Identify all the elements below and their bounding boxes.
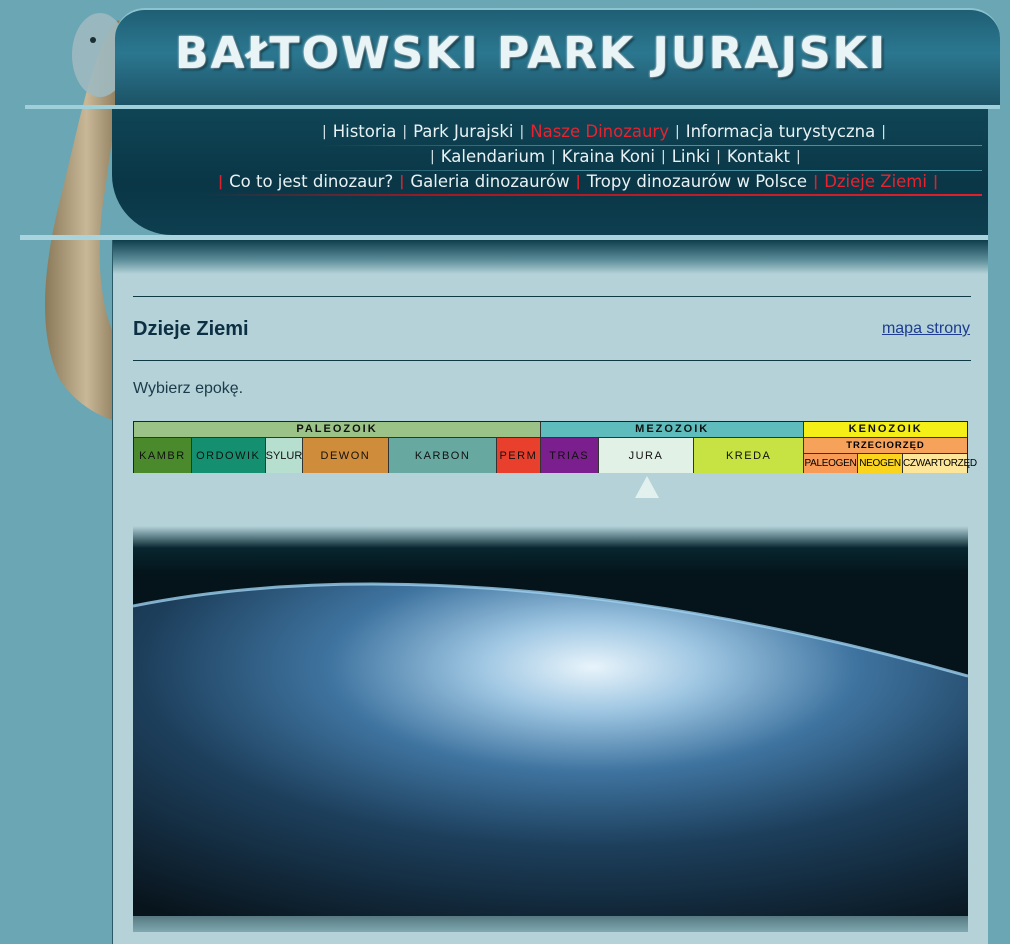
nav-link-nasze-dinozaury[interactable]: Nasze Dinozaury	[530, 122, 669, 141]
nav-row-2: | Kalendarium | Kraina Koni | Linki | Ko…	[430, 147, 801, 166]
cenozoic-subperiods: TRZECIORZĘD PALEOGEN NEOGEN CZWARTORZĘD	[804, 438, 977, 473]
period-row: KAMBR ORDOWIK SYLUR DEWON KARBON PERM TR…	[134, 437, 977, 473]
nav-link-co-to-jest-dinozaur[interactable]: Co to jest dinozaur?	[229, 172, 393, 191]
nav-link-tropy-dinozaurow[interactable]: Tropy dinozaurów w Polsce	[587, 172, 807, 191]
period-jura[interactable]: JURA	[598, 438, 695, 473]
earth-from-space-image	[133, 526, 968, 932]
period-sylur[interactable]: SYLUR	[265, 438, 303, 473]
nav-link-kraina-koni[interactable]: Kraina Koni	[562, 147, 655, 166]
period-neogen[interactable]: NEOGEN	[858, 454, 903, 473]
period-kreda[interactable]: KREDA	[694, 438, 804, 473]
period-dewon[interactable]: DEWON	[302, 438, 390, 473]
nav-divider	[282, 170, 982, 171]
nav-link-historia[interactable]: Historia	[333, 122, 397, 141]
era-mezozoik[interactable]: MEZOZOIK	[541, 422, 805, 437]
period-karbon[interactable]: KARBON	[389, 438, 497, 473]
era-kenozoik[interactable]: KENOZOIK	[804, 422, 967, 437]
nav-link-dzieje-ziemi[interactable]: Dzieje Ziemi	[824, 172, 927, 191]
nav-row-3: | Co to jest dinozaur? | Galeria dinozau…	[218, 172, 939, 191]
nav-link-informacja-turystyczna[interactable]: Informacja turystyczna	[686, 122, 876, 141]
era-row: PALEOZOIK MEZOZOIK KENOZOIK	[134, 422, 967, 437]
nav-link-kontakt[interactable]: Kontakt	[727, 147, 790, 166]
nav-link-linki[interactable]: Linki	[672, 147, 710, 166]
subera-trzeciorzed[interactable]: TRZECIORZĘD	[804, 438, 967, 454]
nav-link-park-jurajski[interactable]: Park Jurajski	[413, 122, 513, 141]
period-trias[interactable]: TRIAS	[540, 438, 599, 473]
nav-divider	[202, 194, 982, 196]
period-paleogen[interactable]: PALEOGEN	[804, 454, 858, 473]
sitemap-link[interactable]: mapa strony	[882, 320, 970, 338]
divider	[133, 360, 971, 361]
period-perm[interactable]: PERM	[496, 438, 541, 473]
period-czwartorzed[interactable]: CZWARTORZĘD	[903, 454, 977, 473]
period-kambr[interactable]: KAMBR	[134, 438, 192, 473]
cenozoic-periods: PALEOGEN NEOGEN CZWARTORZĘD	[804, 454, 977, 473]
nav-row-1: | Historia | Park Jurajski | Nasze Dinoz…	[322, 122, 886, 141]
intro-text: Wybierz epokę.	[133, 380, 244, 397]
period-ordowik[interactable]: ORDOWIK	[191, 438, 266, 473]
content-panel: Dzieje Ziemi mapa strony Wybierz epokę. …	[112, 240, 988, 944]
nav-link-galeria-dinozaurow[interactable]: Galeria dinozaurów	[410, 172, 569, 191]
site-banner: BAŁTOWSKI PARK JURAJSKI	[115, 8, 1000, 105]
geologic-timeline: PALEOZOIK MEZOZOIK KENOZOIK KAMBR ORDOWI…	[133, 421, 977, 473]
site-title: BAŁTOWSKI PARK JURAJSKI	[175, 28, 888, 79]
page-title: Dzieje Ziemi	[133, 318, 249, 340]
era-paleozoik[interactable]: PALEOZOIK	[134, 422, 542, 437]
main-navigation: | Historia | Park Jurajski | Nasze Dinoz…	[112, 109, 988, 235]
divider	[133, 296, 971, 297]
nav-link-kalendarium[interactable]: Kalendarium	[441, 147, 545, 166]
selected-period-pointer	[635, 476, 659, 498]
content-top-shade	[113, 240, 988, 274]
nav-divider	[322, 145, 982, 146]
